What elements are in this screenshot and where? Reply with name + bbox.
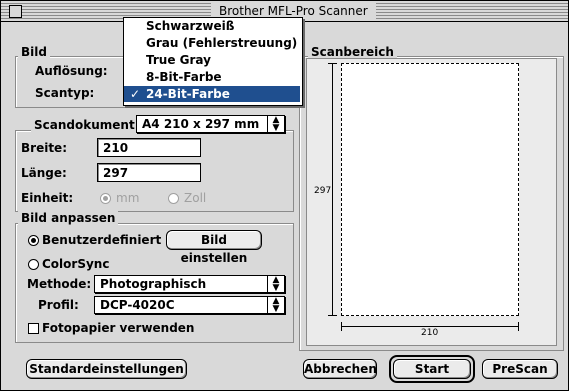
popup-arrows-icon: ▲ ▼ xyxy=(267,276,284,293)
close-box-icon[interactable] xyxy=(9,5,22,18)
defaults-button[interactable]: Standardeinstellungen xyxy=(26,359,187,379)
set-image-button[interactable]: Bild einstellen xyxy=(166,230,262,265)
prescan-button[interactable]: PreScan xyxy=(482,359,558,379)
menu-item[interactable]: Grau (Fehlerstreuung) xyxy=(124,35,300,51)
document-size-select[interactable]: A4 210 x 297 mm ▲ ▼ xyxy=(136,115,285,133)
checkmark-icon: ✓ xyxy=(130,87,141,101)
custom-label: Benutzerdefiniert xyxy=(42,233,162,247)
width-label: Breite: xyxy=(21,141,67,155)
image-group-legend: Bild xyxy=(18,45,50,59)
menu-item[interactable]: True Gray xyxy=(124,52,300,68)
colorsync-radio[interactable] xyxy=(28,259,39,270)
height-ruler-label: 297 xyxy=(314,186,332,196)
resolution-label: Auflösung: xyxy=(35,64,108,78)
method-value: Photographisch xyxy=(100,277,207,291)
adjust-group-legend: Bild anpassen xyxy=(18,211,119,225)
cancel-button[interactable]: Abbrechen xyxy=(303,359,377,379)
width-ruler-tick-right xyxy=(518,322,519,331)
popup-arrows-icon: ▲ ▼ xyxy=(267,297,284,314)
method-label: Methode: xyxy=(27,277,92,291)
photo-paper-checkbox[interactable] xyxy=(28,323,39,334)
popup-arrows-icon: ▲ ▼ xyxy=(267,116,284,133)
scantype-label: Scantyp: xyxy=(35,86,95,100)
menu-item[interactable]: 8-Bit-Farbe xyxy=(124,69,300,85)
method-select[interactable]: Photographisch ▲ ▼ xyxy=(94,275,285,293)
scan-page-outline[interactable] xyxy=(341,63,519,316)
width-ruler-label: 210 xyxy=(421,328,439,338)
colorsync-label: ColorSync xyxy=(42,257,110,271)
profile-select[interactable]: DCP-4020C ▲ ▼ xyxy=(94,296,285,314)
start-button-frame[interactable]: Start xyxy=(389,355,475,383)
start-button[interactable]: Start xyxy=(393,359,471,379)
length-label: Länge: xyxy=(21,166,67,180)
unit-label: Einheit: xyxy=(21,191,74,205)
custom-radio[interactable] xyxy=(28,235,39,246)
length-field[interactable]: 297 xyxy=(97,163,201,182)
menu-item-selected[interactable]: ✓ 24-Bit-Farbe xyxy=(124,86,300,102)
unit-mm-radio[interactable] xyxy=(100,193,111,204)
photo-paper-label: Fotopapier verwenden xyxy=(42,321,195,335)
scantype-menu[interactable]: Schwarzweiß Grau (Fehlerstreuung) True G… xyxy=(123,17,303,106)
unit-zoll-radio[interactable] xyxy=(168,193,179,204)
profile-value: DCP-4020C xyxy=(100,298,175,312)
height-ruler xyxy=(332,63,333,316)
width-ruler-tick-left xyxy=(341,322,342,331)
profile-label: Profil: xyxy=(38,298,79,312)
menu-item[interactable]: Schwarzweiß xyxy=(124,18,300,34)
height-ruler-tick-top xyxy=(328,63,337,64)
scanner-window: Brother MFL-Pro Scanner Bild Auflösung: … xyxy=(0,0,569,391)
unit-zoll-label: Zoll xyxy=(184,191,207,205)
height-ruler-tick-bottom xyxy=(328,315,337,316)
width-ruler xyxy=(341,326,519,327)
unit-mm-label: mm xyxy=(116,191,140,205)
scan-document-label: Scandokument xyxy=(31,116,138,134)
scan-area-legend: Scanbereich xyxy=(308,45,397,59)
width-field[interactable]: 210 xyxy=(97,138,201,157)
document-size-value: A4 210 x 297 mm xyxy=(142,117,260,131)
